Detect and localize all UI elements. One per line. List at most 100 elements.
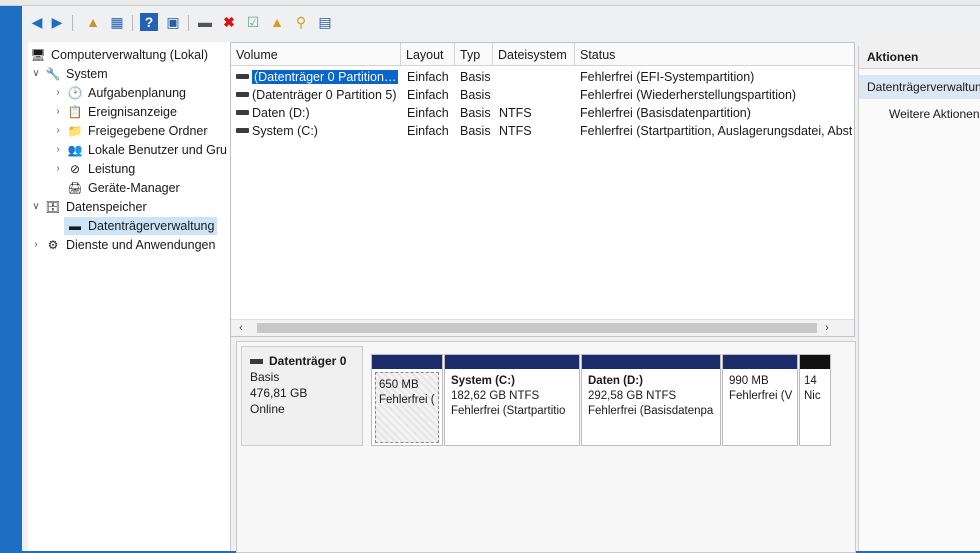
partition-recovery[interactable]: 990 MB Fehlerfrei (V [722,354,798,446]
partition-bar [372,355,442,369]
event-viewer-icon: 📋 [67,105,83,119]
disk-icon [250,358,263,364]
table-row[interactable]: (Datenträger 0 Partition… Einfach Basis … [231,68,854,86]
tree-label: Computerverwaltung (Lokal) [51,48,209,62]
horizontal-scrollbar[interactable]: ‹ › [231,319,854,336]
tree-item-system[interactable]: ∨ 🔧 System [30,65,108,83]
actions-section-datentraegerverwaltung[interactable]: Datenträgerverwaltung [859,75,980,99]
tree-item-leistung[interactable]: › ⊘ Leistung [52,160,135,178]
volume-type: Basis [460,106,491,120]
tree-label: Lokale Benutzer und Gru [88,143,227,157]
partition-unallocated[interactable]: 14 Nic [799,354,831,446]
users-icon: 👥 [67,143,83,157]
column-header-layout[interactable]: Layout [401,43,455,65]
chevron-right-icon[interactable]: › [52,103,64,121]
tree-item-geraete-manager[interactable]: 🖨 Geräte-Manager [64,179,180,197]
partition-size: 14 [804,375,817,387]
partition-bar [800,355,830,369]
disk-type: Basis [250,370,280,384]
volume-icon [236,110,249,115]
up-folder-icon[interactable]: ▲ [84,13,102,31]
chevron-right-icon[interactable]: › [819,320,835,336]
chevron-left-icon[interactable]: ‹ [233,320,249,336]
chevron-down-icon[interactable]: ∨ [30,198,42,216]
disk-management-icon: ▬ [69,219,81,233]
tree-item-lokale-benutzer[interactable]: › 👥 Lokale Benutzer und Gru [52,141,227,159]
table-row[interactable]: (Datenträger 0 Partition 5) Einfach Basi… [231,86,854,104]
check-icon[interactable]: ☑ [244,13,262,31]
table-row[interactable]: Daten (D:) Einfach Basis NTFS Fehlerfrei… [231,104,854,122]
partition-status: Fehlerfrei ( [379,394,435,406]
partition-bar [723,355,797,369]
chevron-down-icon[interactable]: ∨ [30,65,42,83]
more-actions-link[interactable]: Weitere Aktionen [859,103,980,125]
volume-layout: Einfach [407,88,449,102]
column-header-dateisystem[interactable]: Dateisystem [493,43,575,65]
chevron-right-icon[interactable]: › [52,122,64,140]
chevron-right-icon[interactable]: › [52,84,64,102]
tree-item-root[interactable]: 🖥 Computerverwaltung (Lokal) [30,46,208,64]
actions-header: Aktionen [859,46,980,69]
list-icon[interactable]: ▤ [316,13,334,31]
partition-daten[interactable]: Daten (D:) 292,58 GB NTFS Fehlerfrei (Ba… [581,354,721,446]
disk-state: Online [250,402,285,416]
tree-item-ereignisanzeige[interactable]: › 📋 Ereignisanzeige [52,103,177,121]
volume-status: Fehlerfrei (EFI-Systempartition) [580,70,755,84]
delete-icon[interactable]: ✖ [220,13,238,31]
actions-pane: Aktionen Datenträgerverwaltung Weitere A… [858,46,980,551]
tree-item-freigegebene-ordner[interactable]: › 📁 Freigegebene Ordner [52,122,207,140]
tree-item-dienste[interactable]: › ⚙ Dienste und Anwendungen [30,236,215,254]
shared-folder-icon: 📁 [67,124,83,138]
partition-name: Daten (D:) [588,375,643,387]
volume-layout: Einfach [407,106,449,120]
tree-item-datenspeicher[interactable]: ∨ 🗄 Datenspeicher [30,198,146,216]
tools-icon: 🔧 [45,67,61,81]
mmc-window: 🖥 Computerverwaltung (Lokal) ∨ 🔧 System … [22,38,980,553]
tree-label: Geräte-Manager [88,181,180,195]
volume-name: Daten (D:) [252,106,310,120]
volume-type: Basis [460,124,491,138]
navigation-tree: 🖥 Computerverwaltung (Lokal) ∨ 🔧 System … [28,42,231,551]
services-icon: ⚙ [47,238,59,252]
chevron-right-icon[interactable]: › [52,160,64,178]
column-header-status[interactable]: Status [575,43,854,65]
volume-status: Fehlerfrei (Wiederherstellungspartition) [580,88,797,102]
tree-label: System [66,67,108,81]
column-header-volume[interactable]: Volume [231,43,401,65]
partition-status: Nic [804,390,821,402]
scrollbar-thumb[interactable] [257,323,817,333]
chevron-right-icon[interactable]: › [30,236,42,254]
tree-label: Leistung [88,162,136,176]
tree-label: Datenträgerverwaltung [88,219,215,233]
search-icon[interactable]: ⚲ [292,13,310,31]
volume-type: Basis [460,70,491,84]
partition-name: System (C:) [451,375,515,387]
show-hide-tree-icon[interactable]: ▦ [108,13,126,31]
partition-size: 182,62 GB NTFS [451,390,540,402]
tree-item-datentraegerverwaltung[interactable]: ▬ Datenträgerverwaltung [64,217,218,235]
toolbar: ◀ ▶ ▲ ▦ ? ▣ ▬ ✖ ☑ ▲ ⚲ ▤ [22,6,980,39]
chevron-right-icon[interactable]: › [52,141,64,159]
partition-efi[interactable]: 650 MB Fehlerfrei ( [371,354,443,446]
new-icon[interactable]: ▲ [268,13,286,31]
volume-layout: Einfach [407,124,449,138]
partition-size: 650 MB [379,379,419,391]
help-icon[interactable]: ? [140,13,158,31]
disk-graphical-view: Datenträger 0 Basis 476,81 GB Online 650… [236,341,856,553]
disk-info[interactable]: Datenträger 0 Basis 476,81 GB Online [241,346,363,446]
computer-management-icon: 🖥 [30,48,46,62]
back-arrow-icon[interactable]: ◀ [28,13,46,31]
tree-item-aufgabenplanung[interactable]: › 🕑 Aufgabenplanung [52,84,186,102]
properties-icon[interactable]: ▣ [164,13,182,31]
partition-system[interactable]: System (C:) 182,62 GB NTFS Fehlerfrei (S… [444,354,580,446]
partition-size: 292,58 GB NTFS [588,390,677,402]
table-row[interactable]: System (C:) Einfach Basis NTFS Fehlerfre… [231,122,854,140]
partition-status: Fehlerfrei (Basisdatenpa [588,405,714,417]
forward-arrow-icon[interactable]: ▶ [48,13,66,31]
partition-status: Fehlerfrei (V [729,390,793,402]
connect-icon[interactable]: ▬ [196,13,214,31]
column-header-typ[interactable]: Typ [455,43,493,65]
partition-status: Fehlerfrei (Startpartitio [451,405,566,417]
volume-filesystem: NTFS [499,106,532,120]
volume-status: Fehlerfrei (Basisdatenpartition) [580,106,751,120]
